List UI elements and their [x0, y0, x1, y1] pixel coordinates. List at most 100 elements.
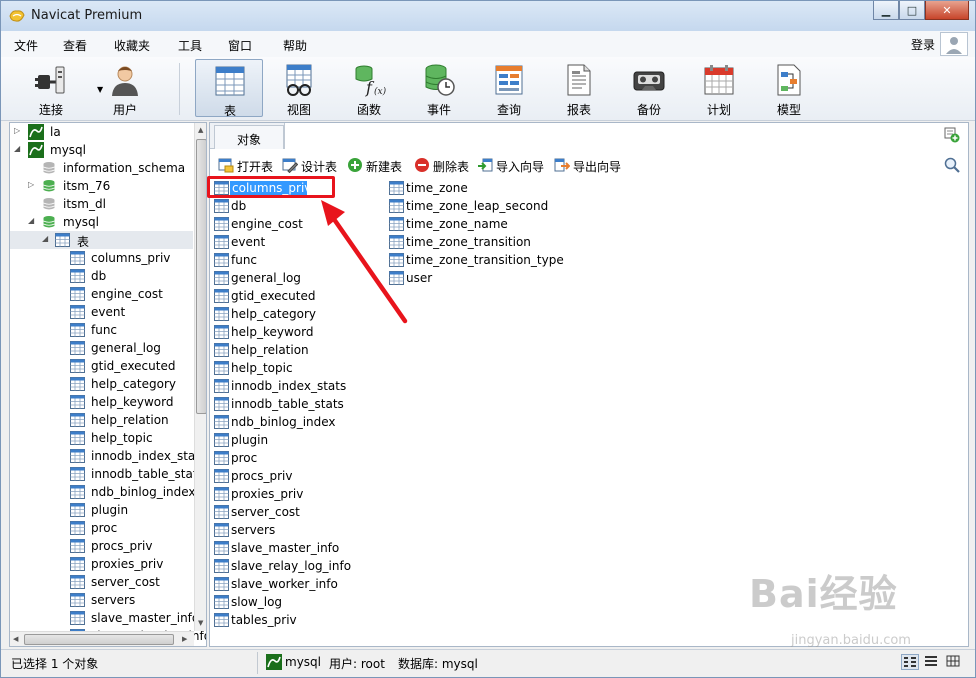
menu-help[interactable]: 帮助: [283, 37, 307, 54]
tree-expander-icon[interactable]: ◢: [14, 144, 20, 153]
toolbar-query-button[interactable]: 查询: [475, 59, 543, 117]
toolbar-view-label: 视图: [286, 103, 311, 117]
tree-tables-node[interactable]: ◢ 表: [10, 231, 193, 249]
menu-window[interactable]: 窗口: [228, 37, 252, 54]
minimize-button[interactable]: ▁: [873, 1, 899, 20]
toolbar-view-button[interactable]: 视图: [265, 59, 333, 117]
tree-table-item[interactable]: proc: [10, 519, 193, 537]
tree-table-item[interactable]: procs_priv: [10, 537, 193, 555]
close-button[interactable]: ✕: [925, 1, 969, 20]
tab-objects[interactable]: 对象: [214, 125, 284, 149]
database-icon: [43, 180, 55, 192]
object-detail-icon[interactable]: [944, 127, 960, 143]
view-er-button[interactable]: [945, 654, 963, 670]
menu-favorites[interactable]: 收藏夹: [114, 37, 150, 54]
tree-table-item[interactable]: proxies_priv: [10, 555, 193, 573]
tree-horizontal-scroll-thumb[interactable]: [24, 634, 174, 645]
watermark-logo: Bai经验: [749, 572, 898, 616]
toolbar-schedule-button[interactable]: 计划: [685, 59, 753, 117]
tree-table-item[interactable]: servers: [10, 591, 193, 609]
model-icon: [777, 64, 801, 96]
table-object-label: help_keyword: [231, 325, 314, 339]
tree-table-item[interactable]: event: [10, 303, 193, 321]
toolbar-connect-button[interactable]: 连接 ▼: [17, 59, 103, 117]
tree-table-item[interactable]: help_category: [10, 375, 193, 393]
tree-database-2[interactable]: itsm_dl: [10, 195, 193, 213]
tree-table-item[interactable]: general_log: [10, 339, 193, 357]
tables-folder-icon: [55, 233, 70, 247]
table-icon: [70, 251, 85, 265]
view-list-button[interactable]: [901, 654, 919, 670]
toolbar-table-label: 表: [223, 104, 236, 118]
account-avatar[interactable]: [940, 32, 968, 56]
tree-vertical-scroll-thumb[interactable]: [196, 139, 206, 414]
tree-horizontal-scrollbar[interactable]: ◀ ▶: [10, 631, 194, 646]
table-object-label: plugin: [231, 433, 269, 447]
annotation-highlight-box: [207, 176, 335, 198]
menu-file[interactable]: 文件: [14, 37, 38, 54]
maximize-button[interactable]: □: [899, 1, 925, 20]
toolbar-function-button[interactable]: f (x) 函数: [335, 59, 403, 117]
table-icon: [214, 271, 229, 285]
toolbar-user-button[interactable]: 用户: [91, 59, 159, 117]
tree-expander-icon[interactable]: ◢: [42, 234, 48, 243]
tree-connection-0[interactable]: ▷ la: [10, 123, 193, 141]
tree-expander-icon[interactable]: ▷: [14, 126, 20, 135]
tree-table-item[interactable]: help_relation: [10, 411, 193, 429]
toolbar-table-button[interactable]: 表: [195, 59, 263, 118]
calendar-icon: [704, 65, 734, 95]
svg-text:(x): (x): [374, 86, 386, 97]
scroll-down-arrow-icon[interactable]: ▼: [198, 619, 203, 627]
tree-expander-icon[interactable]: ▷: [28, 180, 34, 189]
tree-table-item[interactable]: help_keyword: [10, 393, 193, 411]
tree-table-item[interactable]: gtid_executed: [10, 357, 193, 375]
tree-table-item[interactable]: slave_master_info: [10, 609, 199, 627]
toolbar-report-button[interactable]: 报表: [545, 59, 613, 117]
tree-database-3[interactable]: ◢ mysql: [10, 213, 193, 231]
table-icon: [214, 199, 229, 213]
tree-database-0[interactable]: information_schema: [10, 159, 193, 177]
scroll-right-arrow-icon[interactable]: ▶: [182, 635, 187, 643]
tree-table-label: innodb_index_stat: [91, 449, 200, 463]
toolbar-event-button[interactable]: 事件: [405, 59, 473, 117]
tree-expander-icon[interactable]: ◢: [28, 216, 34, 225]
tree-table-item[interactable]: plugin: [10, 501, 193, 519]
menu-view[interactable]: 查看: [63, 37, 87, 54]
table-icon: [70, 269, 85, 283]
tree-table-label: help_category: [91, 377, 176, 391]
tree-table-item[interactable]: func: [10, 321, 193, 339]
tree-vertical-scrollbar[interactable]: ▲ ▼: [194, 123, 206, 631]
tree-table-item[interactable]: engine_cost: [10, 285, 193, 303]
tree-database-label: mysql: [63, 215, 99, 229]
table-object-label: func: [231, 253, 258, 267]
tree-table-item[interactable]: columns_priv: [10, 249, 193, 267]
navigation-tree[interactable]: ▷ la ◢ mysql information_schema ▷ itsm_76 itsm_…: [9, 122, 207, 647]
view-glasses-icon: [286, 64, 312, 96]
tree-connection-1[interactable]: ◢ mysql: [10, 141, 193, 159]
search-icon[interactable]: [944, 157, 960, 173]
tree-database-1[interactable]: ▷ itsm_76: [10, 177, 193, 195]
tree-table-item[interactable]: innodb_index_stat: [10, 447, 200, 465]
tree-table-item[interactable]: ndb_binlog_index: [10, 483, 196, 501]
table-icon: [214, 289, 229, 303]
table-object-label: time_zone_name: [406, 217, 508, 231]
table-icon: [214, 451, 229, 465]
tree-database-label: information_schema: [63, 161, 186, 175]
view-detail-button[interactable]: [923, 654, 941, 670]
mysql-connection-icon: [266, 654, 282, 670]
toolbar-backup-button[interactable]: 备份: [615, 59, 683, 117]
tree-connection-label: mysql: [50, 143, 86, 157]
scroll-up-arrow-icon[interactable]: ▲: [198, 126, 203, 134]
tree-table-item[interactable]: db: [10, 267, 193, 285]
table-icon: [214, 235, 229, 249]
tree-table-item[interactable]: server_cost: [10, 573, 193, 591]
menu-tools[interactable]: 工具: [178, 37, 202, 54]
toolbar-model-button[interactable]: 模型: [755, 59, 823, 117]
login-link[interactable]: 登录: [911, 36, 935, 53]
tree-table-item[interactable]: innodb_table_stat: [10, 465, 198, 483]
scroll-left-arrow-icon[interactable]: ◀: [13, 635, 18, 643]
table-object-label: time_zone_transition: [406, 235, 531, 249]
tree-connection-label: la: [50, 125, 61, 139]
tree-table-item[interactable]: help_topic: [10, 429, 193, 447]
table-icon: [214, 415, 229, 429]
